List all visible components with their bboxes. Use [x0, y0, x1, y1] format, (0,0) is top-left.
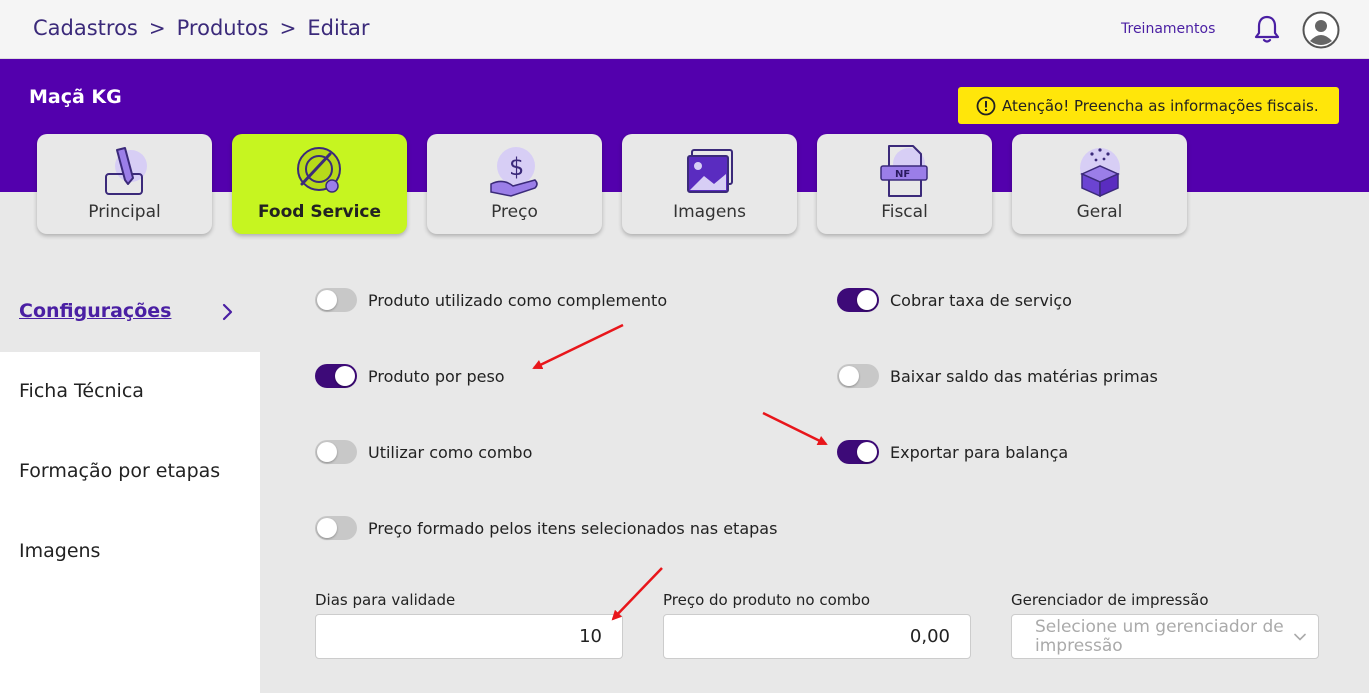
tab-preco[interactable]: $ Preço	[427, 134, 602, 234]
toggle-row-exportar-balanca: Exportar para balança	[837, 438, 1068, 466]
breadcrumb-separator: >	[279, 16, 297, 40]
combo-toggle[interactable]	[315, 440, 357, 464]
produto-peso-toggle[interactable]	[315, 364, 357, 388]
toggle-label: Cobrar taxa de serviço	[890, 290, 1072, 310]
annotation-arrow	[611, 567, 663, 621]
annotation-arrow	[762, 411, 828, 446]
images-icon	[687, 149, 733, 193]
sidebar-item-label: Ficha Técnica	[19, 380, 144, 402]
bell-icon[interactable]	[1253, 14, 1281, 44]
breadcrumb-separator: >	[148, 16, 166, 40]
sidebar-item-configuracoes[interactable]: Configurações	[0, 272, 260, 352]
exportar-balanca-toggle[interactable]	[837, 440, 879, 464]
preco-etapas-toggle[interactable]	[315, 516, 357, 540]
tab-food-service[interactable]: Food Service	[232, 134, 407, 234]
toggle-knob	[857, 442, 877, 462]
tab-label: Imagens	[673, 202, 746, 222]
taxa-servico-toggle[interactable]	[837, 288, 879, 312]
toggle-knob	[317, 442, 337, 462]
toggle-label: Exportar para balança	[890, 442, 1069, 462]
chevron-down-icon	[1294, 633, 1306, 641]
validity-label: Dias para validade	[315, 591, 456, 609]
breadcrumb: Cadastros > Produtos > Editar	[33, 16, 370, 40]
sidebar-item-label: Configurações	[19, 300, 172, 322]
breadcrumb-cadastros[interactable]: Cadastros	[33, 16, 138, 40]
sidebar-item-imagens[interactable]: Imagens	[0, 512, 260, 592]
sidebar: Configurações Ficha Técnica Formação por…	[0, 272, 260, 693]
sidebar-item-label: Imagens	[19, 540, 101, 562]
complemento-toggle[interactable]	[315, 288, 357, 312]
toggle-row-preco-etapas: Preço formado pelos itens selecionados n…	[315, 514, 777, 542]
training-link[interactable]: Treinamentos	[1121, 21, 1215, 37]
toggle-row-baixar-saldo: Baixar saldo das matérias primas	[837, 362, 1158, 390]
print-manager-select[interactable]: Selecione um gerenciador de impressão	[1011, 614, 1319, 659]
toggle-label: Produto por peso	[368, 366, 505, 386]
toggle-label: Produto utilizado como complemento	[368, 290, 668, 310]
top-bar: Cadastros > Produtos > Editar Treinament…	[0, 0, 1369, 59]
tab-label: Principal	[88, 202, 161, 222]
tab-label: Food Service	[257, 202, 382, 222]
chevron-right-icon	[222, 303, 233, 321]
toggle-row-combo: Utilizar como combo	[315, 438, 532, 466]
fiscal-alert[interactable]: Atenção! Preencha as informações fiscais…	[958, 87, 1339, 124]
toggle-row-taxa-servico: Cobrar taxa de serviço	[837, 286, 1072, 314]
svg-text:$: $	[509, 153, 524, 181]
warning-icon	[976, 96, 996, 115]
breadcrumb-produtos[interactable]: Produtos	[177, 16, 269, 40]
toggle-row-produto-peso: Produto por peso	[315, 362, 505, 390]
combo-price-input[interactable]: 0,00	[663, 614, 971, 659]
tab-imagens[interactable]: Imagens	[622, 134, 797, 234]
toggle-knob	[317, 518, 337, 538]
toggle-label: Utilizar como combo	[368, 442, 533, 462]
svg-text:NF: NF	[895, 169, 910, 180]
product-name: Maçã KG	[29, 86, 122, 108]
gift-box-icon	[1080, 148, 1120, 198]
edit-document-icon	[105, 147, 147, 195]
sidebar-item-label: Formação por etapas	[19, 460, 221, 482]
toggle-knob	[857, 290, 877, 310]
sidebar-item-ficha-tecnica[interactable]: Ficha Técnica	[0, 352, 260, 432]
baixar-saldo-toggle[interactable]	[837, 364, 879, 388]
toggle-knob	[335, 366, 355, 386]
combo-price-label: Preço do produto no combo	[663, 591, 871, 609]
food-plate-icon	[297, 147, 341, 193]
print-manager-label: Gerenciador de impressão	[1011, 591, 1209, 609]
sidebar-item-formacao-por-etapas[interactable]: Formação por etapas	[0, 432, 260, 512]
tab-label: Fiscal	[881, 202, 928, 222]
price-hand-icon: $	[490, 147, 538, 197]
alert-text: Atenção! Preencha as informações fiscais…	[1002, 96, 1319, 115]
toggle-knob	[317, 290, 337, 310]
toggle-label: Preço formado pelos itens selecionados n…	[368, 518, 778, 538]
tab-label: Preço	[491, 202, 538, 222]
validity-input[interactable]: 10	[315, 614, 623, 659]
toggle-row-complemento: Produto utilizado como complemento	[315, 286, 667, 314]
tab-label: Geral	[1076, 202, 1123, 222]
tab-geral[interactable]: Geral	[1012, 134, 1187, 234]
toggle-label: Baixar saldo das matérias primas	[890, 366, 1158, 386]
avatar[interactable]	[1302, 11, 1340, 49]
breadcrumb-editar: Editar	[307, 16, 370, 40]
tab-fiscal[interactable]: NF Fiscal	[817, 134, 992, 234]
nf-document-icon: NF	[880, 145, 928, 197]
select-placeholder: Selecione um gerenciador de impressão	[1035, 617, 1284, 656]
annotation-arrow	[532, 323, 624, 370]
tab-principal[interactable]: Principal	[37, 134, 212, 234]
toggle-knob	[839, 366, 859, 386]
